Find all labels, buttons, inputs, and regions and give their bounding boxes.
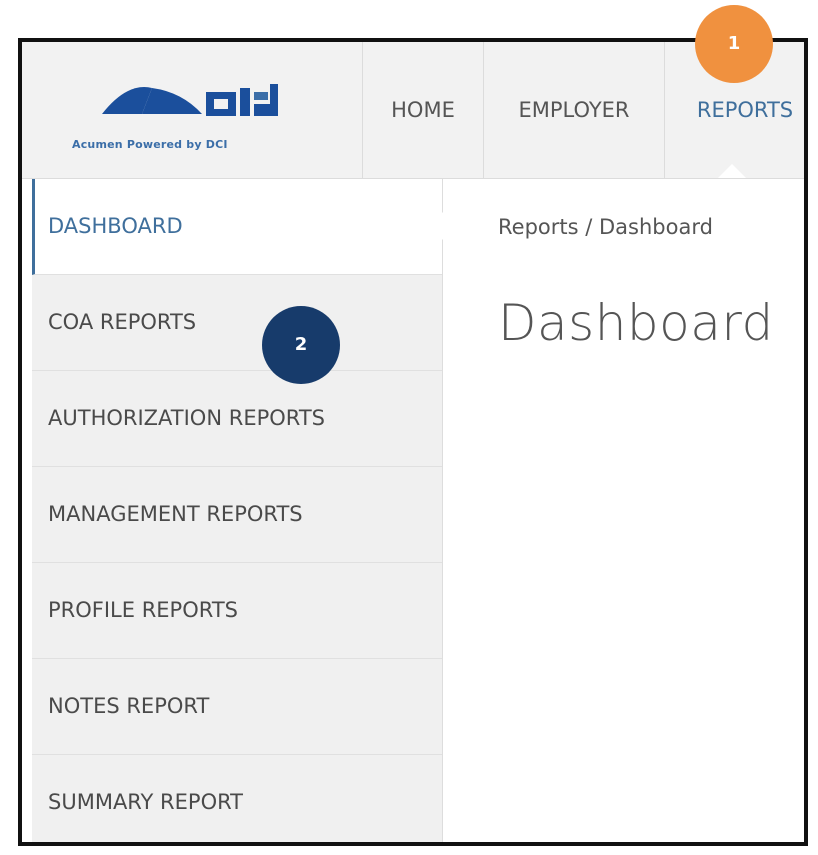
top-navigation-bar: Acumen Powered by DCI HOME EMPLOYER REPO… xyxy=(22,42,804,179)
sidebar-item-label: SUMMARY REPORT xyxy=(48,790,243,814)
acumen-dci-logo-icon xyxy=(102,84,278,116)
reports-sidebar: DASHBOARD COA REPORTS AUTHORIZATION REPO… xyxy=(32,179,456,842)
sidebar-item-notes-report[interactable]: NOTES REPORT xyxy=(32,659,442,755)
sidebar-item-label: AUTHORIZATION REPORTS xyxy=(48,406,325,430)
logo[interactable]: Acumen Powered by DCI xyxy=(32,42,363,178)
breadcrumb: Reports / Dashboard xyxy=(498,215,713,239)
sidebar-item-summary-report[interactable]: SUMMARY REPORT xyxy=(32,755,442,842)
app-window: Acumen Powered by DCI HOME EMPLOYER REPO… xyxy=(18,38,808,846)
sidebar-item-label: DASHBOARD xyxy=(48,214,183,238)
nav-employer[interactable]: EMPLOYER xyxy=(484,42,665,178)
page-title: Dashboard xyxy=(498,294,774,352)
main-content: Reports / Dashboard Dashboard xyxy=(443,179,804,842)
step-1-callout-badge: 1 xyxy=(695,5,773,83)
sidebar-item-management-reports[interactable]: MANAGEMENT REPORTS xyxy=(32,467,442,563)
sidebar-item-dashboard[interactable]: DASHBOARD xyxy=(32,179,456,275)
sidebar-item-label: COA REPORTS xyxy=(48,310,197,334)
nav-home[interactable]: HOME xyxy=(363,42,484,178)
sidebar-item-label: NOTES REPORT xyxy=(48,694,210,718)
sidebar-item-profile-reports[interactable]: PROFILE REPORTS xyxy=(32,563,442,659)
active-nav-pointer xyxy=(718,164,746,178)
sidebar-item-authorization-reports[interactable]: AUTHORIZATION REPORTS xyxy=(32,371,442,467)
logo-tagline: Acumen Powered by DCI xyxy=(72,138,228,151)
sidebar-item-label: PROFILE REPORTS xyxy=(48,598,238,622)
step-2-callout-badge: 2 xyxy=(262,306,340,384)
sidebar-item-label: MANAGEMENT REPORTS xyxy=(48,502,303,526)
sidebar-item-coa-reports[interactable]: COA REPORTS xyxy=(32,275,442,371)
